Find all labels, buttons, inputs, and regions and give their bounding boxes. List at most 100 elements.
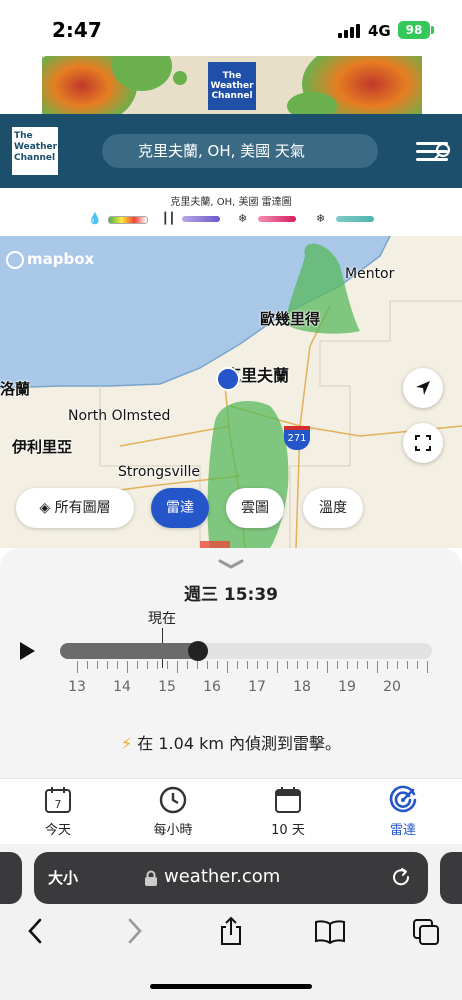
timeline-tick [387, 661, 388, 669]
next-tab-pill[interactable] [440, 852, 462, 904]
radar-map[interactable]: mapbox Mentor 歐幾里得 克里夫蘭 洛蘭 North Olmsted… [0, 236, 462, 548]
url-text: weather.com [164, 866, 281, 887]
city-lorain: 洛蘭 [0, 380, 31, 398]
timeline-tick [287, 661, 288, 669]
timeline-tick [357, 661, 358, 669]
tab-hourly[interactable]: 每小時 [128, 785, 218, 838]
timeline-hour-label: 19 [338, 679, 356, 695]
timeline-tick [237, 661, 238, 669]
radar-chip[interactable]: 雷達 [151, 488, 209, 528]
temperature-chip[interactable]: 溫度 [303, 488, 363, 528]
rain-icon: 💧 [88, 212, 102, 225]
layers-icon: ◈ [39, 500, 51, 516]
mix-icon: ❄ [238, 212, 248, 225]
timeline-tick [267, 661, 268, 669]
home-indicator [150, 984, 312, 989]
timeline-tick [107, 661, 108, 669]
clouds-chip[interactable]: 雲圖 [226, 488, 284, 528]
radar-legend-title: 克里夫蘭, OH, 美國 雷達圖 [170, 197, 292, 208]
radar-timeline-panel: 週三 15:39 現在 ⚡ 在 1.04 km 內偵測到雷擊。 13 14 15 16… [0, 548, 462, 778]
timeline-tick [397, 661, 398, 669]
fullscreen-button[interactable] [403, 423, 443, 463]
search-location-text: 克里夫蘭, OH, 美國 天氣 [138, 142, 305, 160]
forward-icon[interactable] [126, 916, 144, 946]
timeline-tick [177, 661, 178, 673]
timeline-datetime: 週三 15:39 [183, 585, 279, 605]
timeline-tick [207, 661, 208, 669]
snow-scale [336, 216, 374, 222]
city-elyria: 伊利里亞 [12, 438, 73, 456]
timeline-hour-label: 17 [248, 679, 266, 695]
timeline-hour-label: 14 [113, 679, 131, 695]
chevron-down-icon[interactable] [218, 558, 244, 570]
address-bar[interactable]: 大小 weather.com [34, 852, 428, 904]
play-icon[interactable] [18, 641, 36, 661]
previous-tab-pill[interactable] [0, 852, 22, 904]
tab-radar[interactable]: 雷達 [358, 785, 448, 838]
timeline-tick [87, 661, 88, 669]
timeline-hour-label: 18 [293, 679, 311, 695]
timeline-hour-label: 13 [68, 679, 86, 695]
timeline-tick [227, 661, 228, 673]
all-layers-chip[interactable]: ◈ 所有圖層 [16, 488, 134, 528]
back-icon[interactable] [26, 916, 44, 946]
bottom-tab-bar: 7 今天 每小時 10 天 雷達 [0, 778, 462, 845]
timeline-tick [97, 661, 98, 669]
timeline-tick [257, 661, 258, 669]
tabs-icon[interactable] [412, 916, 440, 946]
share-icon[interactable] [218, 916, 244, 946]
city-north-olmsted: North Olmsted [68, 408, 171, 424]
timeline-progress [60, 643, 198, 659]
battery-icon: 98 [398, 21, 430, 39]
timeline-tick [407, 661, 408, 669]
lightning-alert: ⚡ 在 1.04 km 內偵測到雷擊。 [120, 734, 342, 753]
timeline-scrubber[interactable] [187, 641, 208, 661]
timeline-tick [307, 661, 308, 669]
timeline-tick [117, 661, 118, 669]
timeline-tick [127, 661, 128, 673]
mix-scale [258, 216, 296, 222]
timeline-hour-label: 20 [383, 679, 401, 695]
timeline-tick [367, 661, 368, 669]
city-strongsville: Strongsville [118, 464, 201, 480]
tab-today[interactable]: 7 今天 [13, 785, 103, 838]
current-location-marker [216, 367, 240, 391]
snow-icon: ❄ [316, 212, 326, 225]
timeline-tick [317, 661, 318, 669]
locate-me-button[interactable] [403, 368, 443, 408]
rain-scale [108, 216, 148, 224]
bookmarks-icon[interactable] [314, 916, 346, 946]
timeline-hour-label: 16 [203, 679, 221, 695]
location-search[interactable]: 克里夫蘭, OH, 美國 天氣 [102, 134, 451, 168]
tab-10-day[interactable]: 10 天 [243, 785, 333, 838]
signal-icon [338, 24, 362, 38]
timeline-tick [377, 661, 378, 673]
timeline-tick [277, 661, 278, 673]
hamburger-menu-icon[interactable] [416, 142, 448, 162]
clock-icon [159, 786, 187, 814]
highway-shield: 271 [284, 426, 310, 450]
timeline-tick [417, 661, 418, 669]
ice-scale [182, 216, 220, 222]
battery-tip [431, 26, 434, 34]
browser-toolbar: 大小 weather.com [0, 844, 462, 1000]
twc-logo[interactable]: The Weather Channel [12, 127, 58, 175]
status-bar: 2:47 4G 98 [0, 0, 462, 56]
mapbox-attribution: mapbox [6, 250, 94, 269]
timeline-tick [427, 661, 428, 673]
radar-icon [389, 785, 417, 813]
city-euclid: 歐幾里得 [260, 310, 321, 328]
timeline-tick [137, 661, 138, 669]
timeline-tick [167, 661, 168, 669]
calendar-icon [275, 787, 301, 813]
timeline-tick [217, 661, 218, 669]
timeline-tick [147, 661, 148, 669]
reload-icon[interactable] [390, 866, 412, 888]
text-size-button[interactable]: 大小 [48, 867, 78, 888]
timeline-tick [327, 661, 328, 673]
timeline-tick [297, 661, 298, 669]
ad-banner[interactable]: The Weather Channel [42, 56, 422, 114]
status-time: 2:47 [52, 18, 102, 42]
timeline-tick [347, 661, 348, 669]
timeline-tick [337, 661, 338, 669]
